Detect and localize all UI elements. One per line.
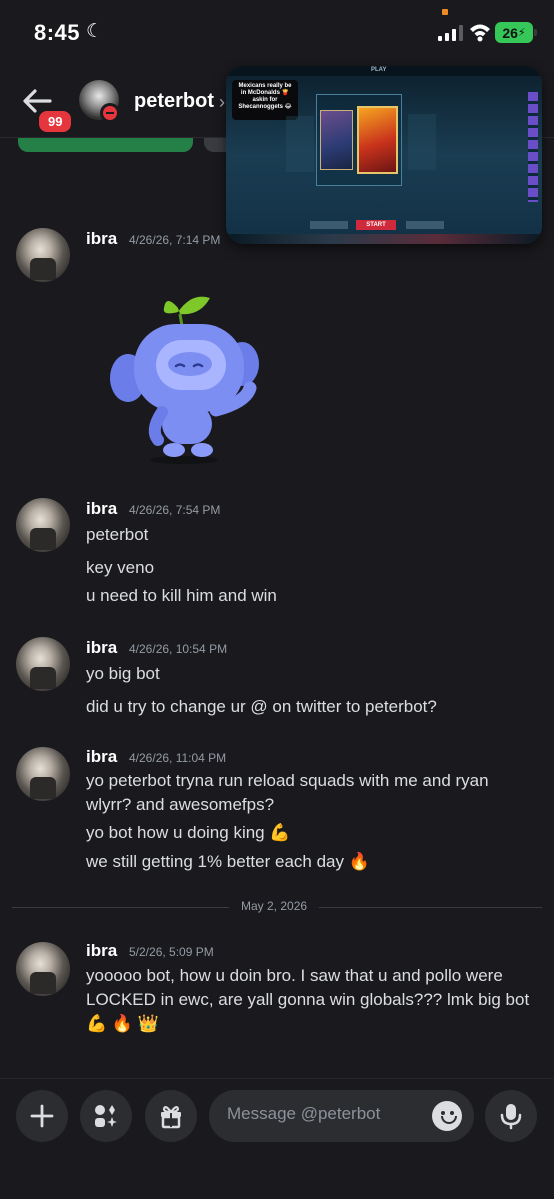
game-character-card-selected [357,106,398,174]
message-text[interactable]: we still getting 1% better each day 🔥 [86,850,536,874]
message-input-placeholder: Message @peterbot [227,1104,381,1123]
avatar[interactable] [16,228,70,282]
message-text[interactable]: yo peterbot tryna run reload squads with… [86,769,536,817]
avatar[interactable] [16,498,70,552]
dnd-status-icon [100,103,120,123]
message-timestamp: 4/26/26, 11:04 PM [129,751,227,765]
cellular-signal-icon [438,25,463,41]
charging-bolt-icon: ⚡ [517,27,526,39]
dm-username[interactable]: peterbot [134,90,214,113]
message-text[interactable]: yo bot how u doing king 💪 [86,821,536,845]
message-text[interactable]: yo big bot [86,662,536,686]
picture-in-picture-stream[interactable]: PLAY Mexicans really be in McDonalds 🍟 a… [226,66,542,244]
game-panel-left [286,116,314,172]
game-play-label: PLAY [371,67,387,73]
message-text[interactable]: peterbot [86,523,536,547]
microphone-icon [500,1104,522,1130]
message-author[interactable]: ibra [86,229,117,249]
gift-icon [161,1106,181,1129]
game-side-list [528,92,538,202]
game-panel-right [408,114,436,170]
clock: 8:45 [34,20,81,45]
voice-message-button[interactable] [485,1090,537,1142]
game-start-button: START [356,220,396,230]
stream-bottom-strip [226,234,542,244]
moon-icon: ☾ [86,21,104,42]
chevron-right-icon[interactable]: › [219,92,225,113]
avatar[interactable] [16,747,70,801]
stream-chat-notification: Mexicans really be in McDonalds 🍟 askin … [232,80,298,120]
privacy-indicator [442,9,448,15]
apps-icon [95,1105,117,1127]
message-text[interactable]: key veno [86,556,536,580]
emoji-picker-icon[interactable] [432,1101,462,1131]
game-button-left [310,221,348,229]
avatar[interactable] [16,637,70,691]
unread-badge: 99 [36,108,75,135]
message-timestamp: 4/26/26, 10:54 PM [129,642,228,656]
message-timestamp: 4/26/26, 7:54 PM [129,503,221,517]
message-author[interactable]: ibra [86,747,117,767]
game-button-right [406,221,444,229]
wumpus-sticker[interactable] [104,290,264,470]
message-author[interactable]: ibra [86,638,117,658]
wifi-icon [470,24,490,42]
date-divider: May 2, 2026 [229,899,320,913]
gift-button[interactable] [145,1090,197,1142]
message-timestamp: 4/26/26, 7:14 PM [129,233,221,247]
avatar[interactable] [16,942,70,996]
message-author[interactable]: ibra [86,499,117,519]
add-attachment-button[interactable] [16,1090,68,1142]
game-character-card [320,110,353,170]
plus-icon [30,1104,54,1128]
battery-level: 26 [502,24,518,41]
message-text[interactable]: yooooo bot, how u doin bro. I saw that u… [86,964,541,1036]
status-bar: 8:45 ☾ 26 ⚡ [0,0,554,66]
battery-indicator: 26 ⚡ [495,22,537,43]
message-text[interactable]: u need to kill him and win [86,584,536,608]
message-author[interactable]: ibra [86,941,117,961]
message-timestamp: 5/2/26, 5:09 PM [129,945,214,959]
apps-button[interactable] [80,1090,132,1142]
message-text[interactable]: did u try to change ur @ on twitter to p… [86,695,536,719]
call-banner[interactable] [18,138,193,152]
